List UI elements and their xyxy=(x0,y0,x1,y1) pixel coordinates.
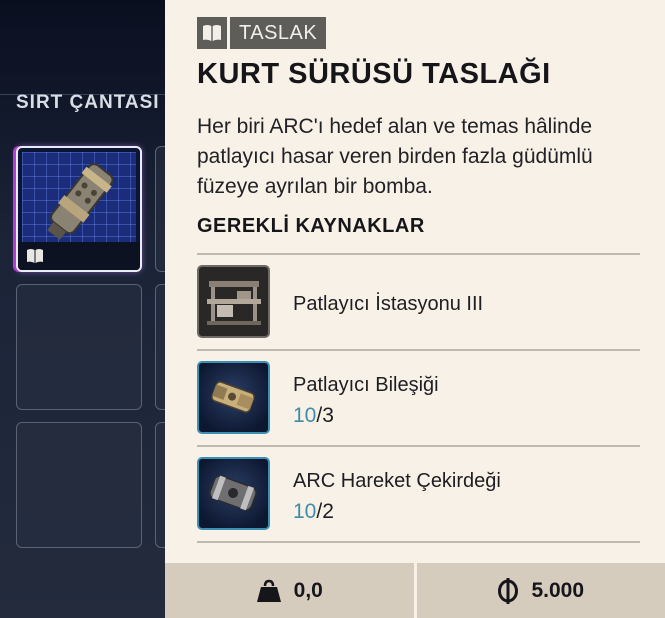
inventory-slot-selected[interactable] xyxy=(16,146,142,272)
blueprint-book-icon xyxy=(27,249,43,263)
item-description: Her biri ARC'ı hedef alan ve temas hâlin… xyxy=(197,115,593,198)
tag-label: TASLAK xyxy=(230,17,327,49)
backpack-inventory: SIRT ÇANTASI xyxy=(0,0,170,618)
inventory-title: SIRT ÇANTASI xyxy=(16,92,160,113)
requirements-header: GEREKLİ KAYNAKLAR xyxy=(197,215,425,237)
item-tooltip: TASLAK KURT SÜRÜSÜ TASLAĞI Her biri ARC'… xyxy=(165,0,665,618)
coin-icon xyxy=(497,577,519,604)
arc-motion-core-icon xyxy=(197,457,270,530)
quantity-needed: 2 xyxy=(322,500,334,523)
requirement-name: ARC Hareket Çekirdeği xyxy=(293,470,501,492)
blueprint-tag: TASLAK xyxy=(197,17,327,49)
explosive-compound-icon xyxy=(197,361,270,434)
requirement-row: Patlayıcı Bileşiği 10/3 xyxy=(197,351,640,443)
price-value: 5.000 xyxy=(531,578,585,602)
weight-cell: 0,0 xyxy=(165,563,414,618)
quantity-owned: 10 xyxy=(293,404,317,427)
item-footer: 0,0 5.000 xyxy=(165,563,665,618)
price-cell: 5.000 xyxy=(417,563,665,618)
requirement-row: Patlayıcı İstasyonu III xyxy=(197,255,640,347)
wolfpack-bomb-icon xyxy=(47,163,114,240)
quantity-needed: 3 xyxy=(322,404,334,427)
quantity-owned: 10 xyxy=(293,500,317,523)
requirement-quantity: 10/2 xyxy=(293,500,334,524)
requirement-name: Patlayıcı Bileşiği xyxy=(293,374,439,396)
requirement-name: Patlayıcı İstasyonu III xyxy=(293,293,484,315)
explosives-station-icon xyxy=(197,265,270,338)
requirement-quantity: 10/3 xyxy=(293,404,334,428)
book-icon xyxy=(197,17,227,49)
item-title: KURT SÜRÜSÜ TASLAĞI xyxy=(197,58,551,90)
weight-value: 0,0 xyxy=(293,578,323,602)
requirement-row: ARC Hareket Çekirdeği 10/2 xyxy=(197,447,640,539)
inventory-slot[interactable] xyxy=(16,284,142,410)
weight-icon xyxy=(256,578,282,604)
divider xyxy=(197,541,640,543)
inventory-slot[interactable] xyxy=(16,422,142,548)
